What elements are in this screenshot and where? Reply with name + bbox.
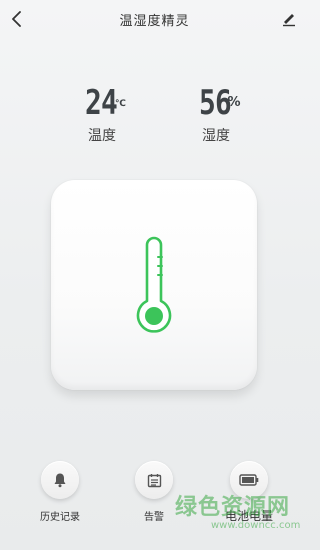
header-bar: 温湿度精灵 xyxy=(0,0,309,38)
humidity-value-row: 56 % xyxy=(192,85,241,121)
edit-button[interactable] xyxy=(278,8,300,30)
alarm-button-circle[interactable] xyxy=(135,461,173,499)
sensor-card[interactable] xyxy=(51,180,257,390)
humidity-value: 56 xyxy=(198,83,232,123)
battery-icon xyxy=(239,474,259,486)
battery-button-circle[interactable] xyxy=(230,461,268,499)
watermark-url: www.downcc.com xyxy=(211,520,301,531)
history-button[interactable]: 历史记录 xyxy=(30,461,90,523)
pencil-icon xyxy=(283,14,295,27)
humidity-reading: 56 % 湿度 xyxy=(171,85,261,145)
thermometer-icon xyxy=(136,236,172,333)
watermark: 绿色资源网 www.downcc.com xyxy=(175,496,305,532)
history-button-circle[interactable] xyxy=(41,461,79,499)
calendar-icon xyxy=(147,473,161,487)
bell-icon xyxy=(54,473,66,488)
temperature-value: 24 xyxy=(85,83,118,123)
history-label: 历史记录 xyxy=(40,512,80,523)
humidity-label: 湿度 xyxy=(202,128,230,144)
temperature-label: 温度 xyxy=(88,128,116,144)
temperature-reading: 24 ℃ 温度 xyxy=(57,85,147,145)
temperature-value-row: 24 ℃ xyxy=(78,85,126,121)
page-title: 温湿度精灵 xyxy=(119,14,190,29)
watermark-text: 绿色资源网 xyxy=(175,495,291,520)
